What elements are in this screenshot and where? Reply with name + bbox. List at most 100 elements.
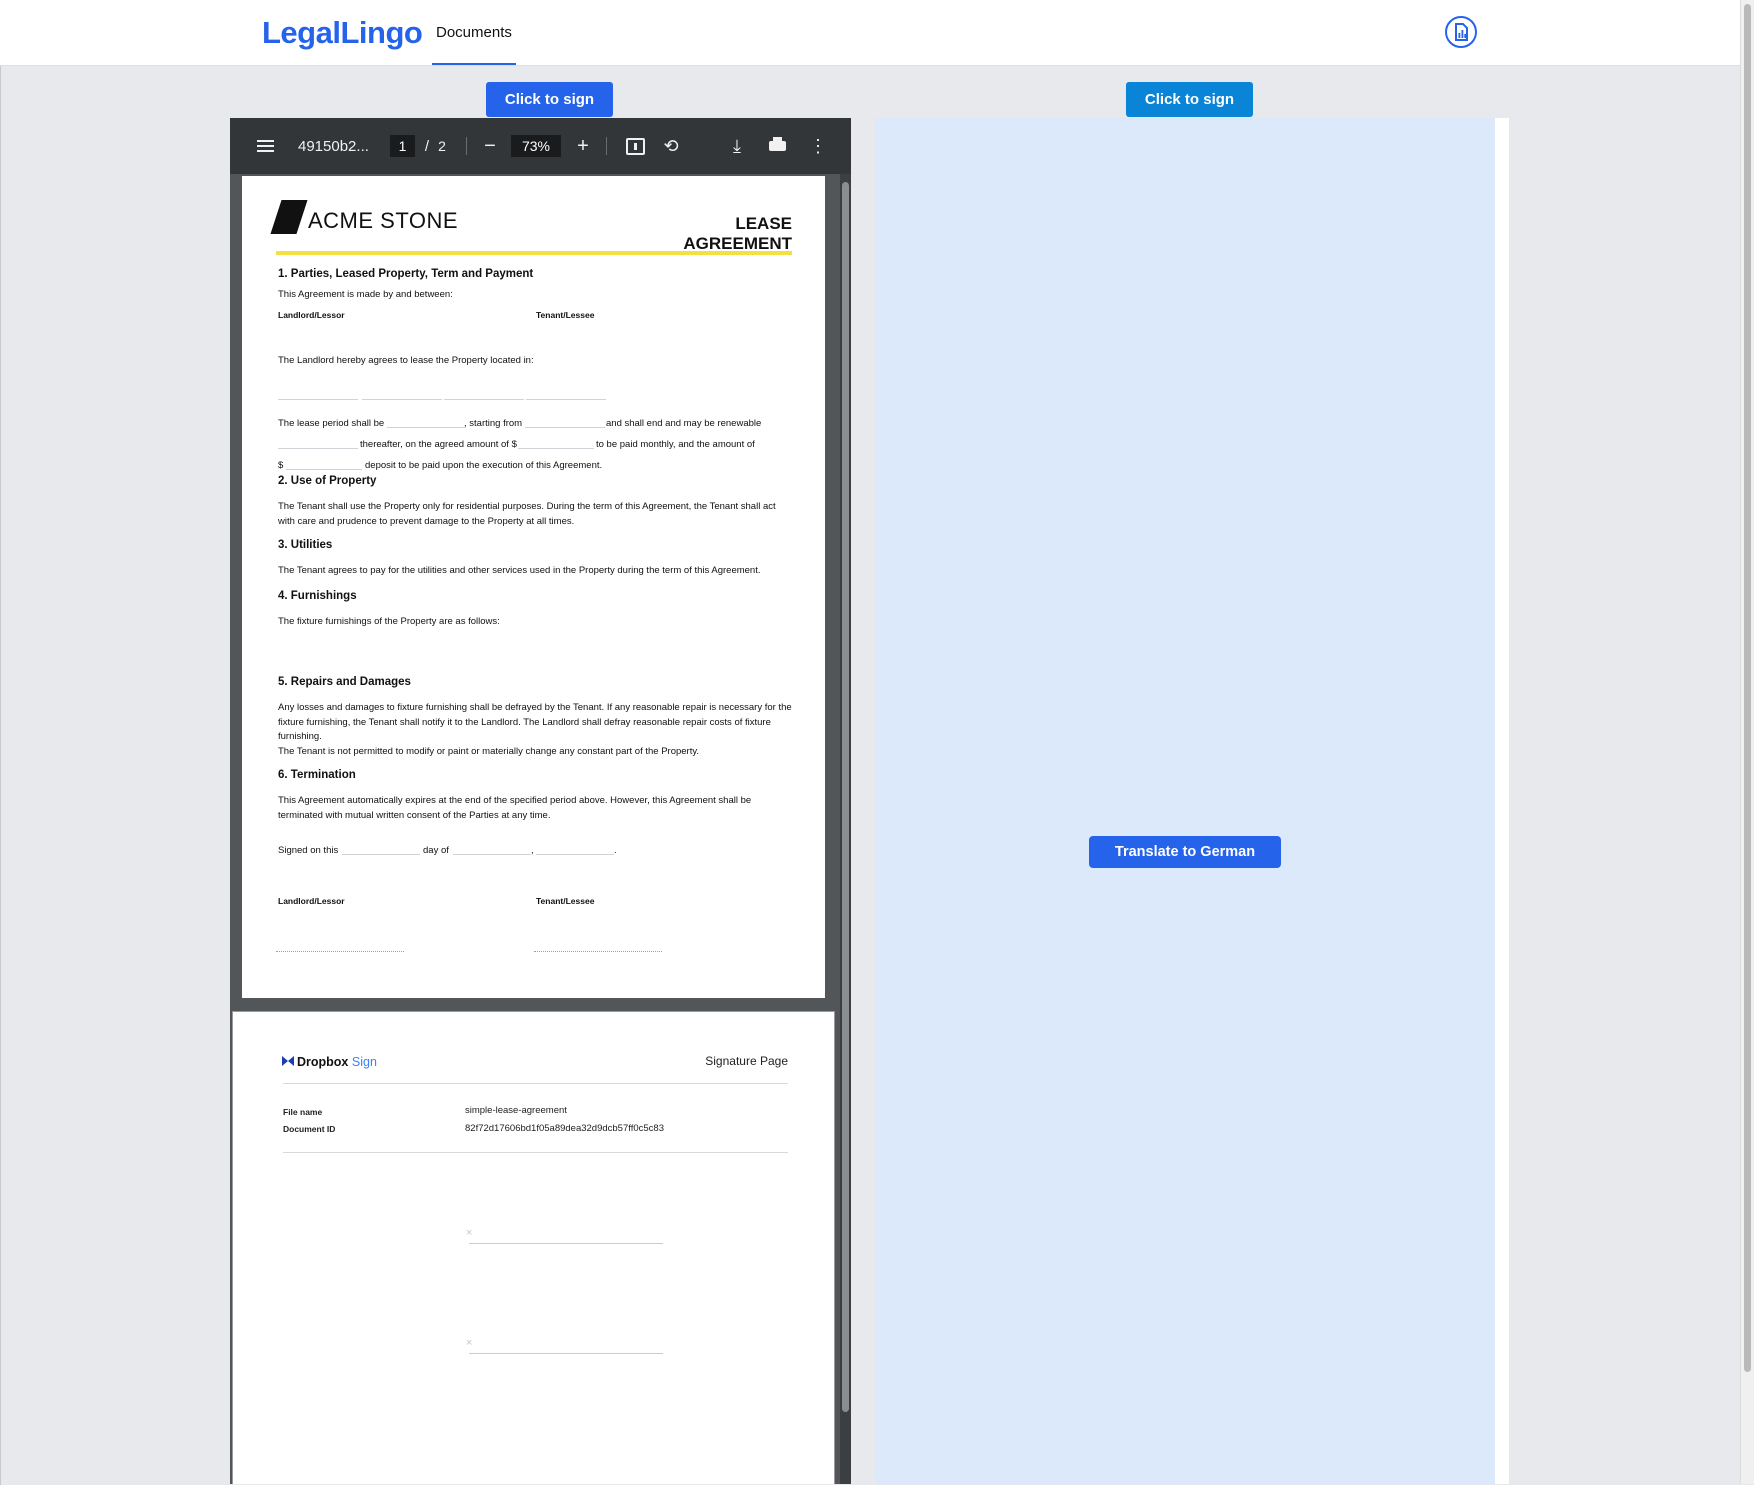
more-options-icon[interactable]: ⋮ [809,118,827,174]
section-text: with care and prudence to prevent damage… [278,516,575,527]
section-text: Signed on this [278,845,339,856]
section-text: The Tenant shall use the Property only f… [278,501,776,512]
signature-line [469,1243,663,1244]
section-heading: 2. Use of Property [278,475,377,487]
blank-field [536,854,614,855]
landlord-signature-line [276,951,404,952]
signature-line [469,1353,663,1354]
blank-field [278,448,358,449]
signature-x-icon: × [466,1337,473,1349]
section-text: . [614,845,617,856]
blank-field [278,399,358,400]
signature-page-title: Signature Page [705,1054,788,1068]
section-heading: 3. Utilities [278,539,333,551]
meta-rule [283,1152,788,1153]
section-text: The Landlord hereby agrees to lease the … [278,355,534,366]
brand-logo[interactable]: LegalLingo [262,15,423,51]
file-name-value: simple-lease-agreement [465,1105,567,1116]
download-icon[interactable]: ⤓ [726,118,748,174]
section-text: deposit to be paid upon the execution of… [365,460,603,471]
section-heading: 4. Furnishings [278,590,357,602]
toolbar-divider [606,137,607,155]
translate-to-german-button[interactable]: Translate to German [1089,836,1281,868]
section-text: day of [423,845,449,856]
section-heading: 6. Termination [278,769,356,781]
company-name: ACME STONE [308,208,459,233]
section-text: This Agreement automatically expires at … [278,795,752,806]
section-text: This Agreement is made by and between: [278,289,453,300]
sign-word: Sign [351,1055,377,1069]
section-text: Any losses and damages to fixture furnis… [278,702,792,713]
section-heading: 1. Parties, Leased Property, Term and Pa… [278,268,534,280]
acme-logo-icon [270,200,308,234]
toolbar-divider [466,137,467,155]
pdf-scrollbar[interactable] [840,174,851,1484]
print-icon[interactable] [766,118,788,174]
window-scrollbar[interactable] [1740,0,1754,1484]
top-nav: LegalLingo Documents [0,0,1740,66]
active-tab-indicator [432,63,516,65]
document-chart-icon[interactable] [1445,16,1477,48]
section-text: The fixture furnishings of the Property … [278,616,500,627]
zoom-level-input[interactable]: 73% [511,135,561,157]
pdf-page-1: ACME STONE LEASE AGREEMENT 1. Parties, L… [242,176,825,998]
section-text: thereafter, on the agreed amount of $ [360,439,517,450]
document-id-value: 82f72d17606bd1f05a89dea32d9dcb57ff0c5c83 [465,1123,664,1134]
nav-tab-label: Documents [436,24,512,41]
translation-panel [875,118,1495,1484]
document-id-label: Document ID [283,1124,336,1134]
nav-tab-documents[interactable]: Documents [432,0,516,65]
pdf-toolbar: 49150b2... 1 / 2 − 73% + ⟲ ⤓ ⋮ [230,118,851,174]
tenant-label: Tenant/Lessee [536,896,595,906]
zoom-out-icon[interactable]: − [480,118,500,174]
menu-icon[interactable] [254,118,276,174]
section-text: The lease period shall be [278,418,385,429]
document-title: LEASE AGREEMENT [683,214,792,253]
section-heading: 5. Repairs and Damages [278,676,411,688]
section-text: , starting from [464,418,523,429]
section-text: furnishing. [278,731,322,742]
tenant-label: Tenant/Lessee [536,310,595,320]
dropbox-sign-logo: Dropbox Sign [282,1054,377,1069]
section-text: The Tenant is not permitted to modify or… [278,746,700,757]
section-text: The Tenant agrees to pay for the utiliti… [278,565,761,576]
dropbox-word: Dropbox [297,1055,349,1069]
blank-field [453,854,531,855]
tenant-signature-line [534,951,662,952]
page-separator: / [424,137,430,155]
fit-page-icon[interactable] [624,118,646,174]
panel-edge [1495,118,1509,1484]
file-name-label: File name [283,1107,323,1117]
rotate-icon[interactable]: ⟲ [660,118,682,174]
click-to-sign-button-left[interactable]: Click to sign [486,82,613,117]
page-number-input[interactable]: 1 [390,135,415,157]
window-scroll-thumb[interactable] [1744,4,1751,1372]
title-rule [276,251,792,255]
pdf-viewer: 49150b2... 1 / 2 − 73% + ⟲ ⤓ ⋮ ACME STON… [230,118,851,1484]
pdf-scroll-thumb[interactable] [842,182,849,1412]
section-text: terminated with mutual written consent o… [278,810,551,821]
section-text: to be paid monthly, and the amount of [596,439,755,450]
blank-field [444,399,524,400]
section-text: $ [278,460,284,471]
blank-field [525,427,605,428]
landlord-label: Landlord/Lessor [278,310,345,320]
signature-x-icon: × [466,1227,473,1239]
section-text: , [531,845,534,856]
section-text: fixture furnishing, the Tenant shall not… [278,717,771,728]
click-to-sign-button-right[interactable]: Click to sign [1126,82,1253,117]
header-rule [283,1083,788,1084]
pdf-page-2: Dropbox Sign Signature Page File name si… [232,1011,835,1484]
dropbox-sign-icon [282,1055,294,1067]
blank-field [286,469,362,470]
section-text: and shall end and may be renewable [606,418,762,429]
zoom-in-icon[interactable]: + [573,118,593,174]
blank-field [362,399,442,400]
blank-field [342,854,420,855]
blank-field [387,427,465,428]
blank-field [518,448,594,449]
landlord-label: Landlord/Lessor [278,896,345,906]
page-total: 2 [438,138,446,154]
pdf-file-title: 49150b2... [298,137,369,155]
blank-field [526,399,606,400]
